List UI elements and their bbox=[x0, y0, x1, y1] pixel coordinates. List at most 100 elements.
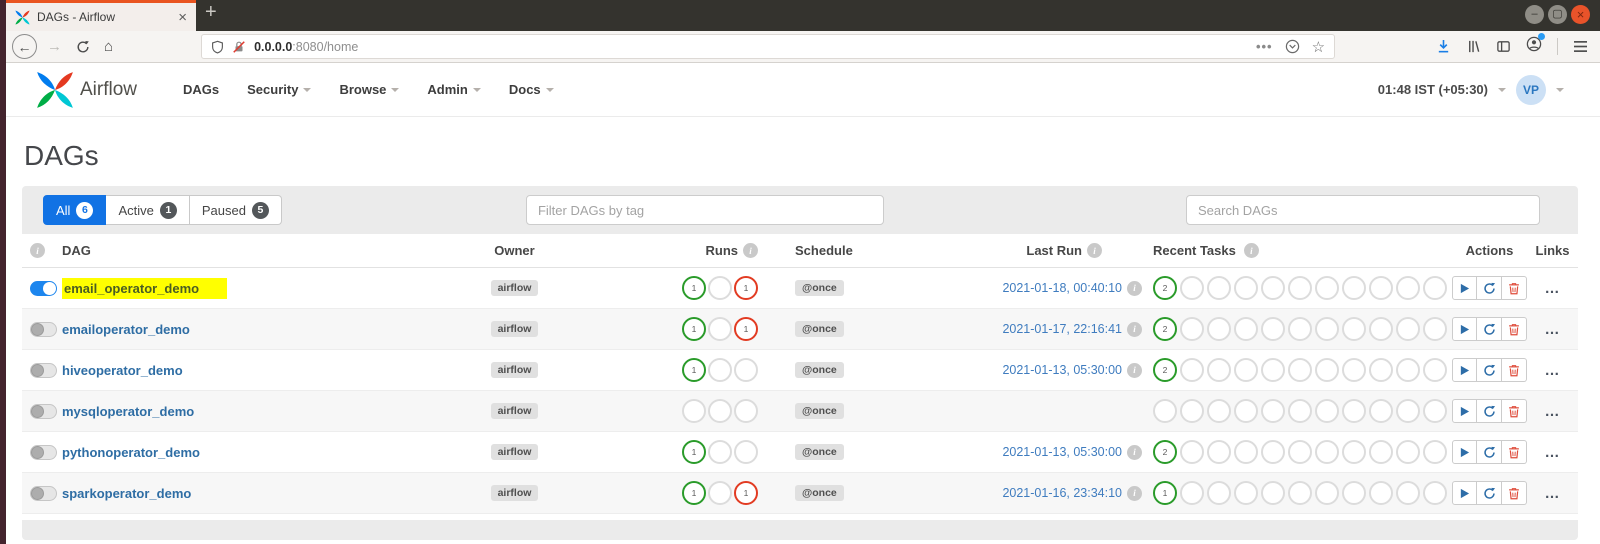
task-state-circle[interactable]: 2 bbox=[1153, 358, 1177, 382]
nav-docs[interactable]: Docs bbox=[509, 82, 554, 97]
task-state-circle[interactable] bbox=[734, 440, 758, 464]
home-button[interactable]: ⌂ bbox=[104, 39, 113, 54]
task-state-circle[interactable] bbox=[1288, 317, 1312, 341]
search-dags-input[interactable] bbox=[1186, 195, 1540, 225]
task-state-circle[interactable] bbox=[1369, 358, 1393, 382]
dag-links-menu[interactable]: … bbox=[1545, 404, 1561, 419]
task-state-circle[interactable] bbox=[1369, 440, 1393, 464]
task-state-circle[interactable]: 1 bbox=[682, 317, 706, 341]
dag-pause-toggle[interactable] bbox=[30, 280, 57, 296]
window-maximize-button[interactable]: ▢ bbox=[1548, 5, 1567, 24]
task-state-circle[interactable] bbox=[1396, 317, 1420, 341]
task-state-circle[interactable] bbox=[708, 399, 732, 423]
task-state-circle[interactable] bbox=[1234, 317, 1258, 341]
task-state-circle[interactable] bbox=[1342, 317, 1366, 341]
task-state-circle[interactable] bbox=[1369, 276, 1393, 300]
task-state-circle[interactable] bbox=[1423, 317, 1447, 341]
nav-security[interactable]: Security bbox=[247, 82, 312, 97]
trigger-dag-button[interactable] bbox=[1452, 440, 1477, 464]
task-state-circle[interactable] bbox=[734, 358, 758, 382]
forward-button[interactable]: → bbox=[47, 39, 62, 54]
task-state-circle[interactable]: 1 bbox=[734, 276, 758, 300]
task-state-circle[interactable] bbox=[1396, 399, 1420, 423]
delete-dag-button[interactable] bbox=[1502, 399, 1527, 423]
task-state-circle[interactable] bbox=[1207, 358, 1231, 382]
downloads-icon[interactable] bbox=[1436, 39, 1451, 54]
task-state-circle[interactable] bbox=[734, 399, 758, 423]
library-icon[interactable] bbox=[1466, 39, 1481, 54]
pocket-icon[interactable] bbox=[1285, 39, 1300, 54]
task-state-circle[interactable] bbox=[1315, 481, 1339, 505]
task-state-circle[interactable] bbox=[1396, 481, 1420, 505]
task-state-circle[interactable] bbox=[1261, 358, 1285, 382]
task-state-circle[interactable] bbox=[1234, 481, 1258, 505]
back-button[interactable]: ← bbox=[12, 34, 37, 59]
nav-browse[interactable]: Browse bbox=[339, 82, 400, 97]
task-state-circle[interactable] bbox=[1234, 358, 1258, 382]
task-state-circle[interactable]: 2 bbox=[1153, 440, 1177, 464]
task-state-circle[interactable] bbox=[1234, 276, 1258, 300]
task-state-circle[interactable] bbox=[1315, 440, 1339, 464]
task-state-circle[interactable] bbox=[1207, 276, 1231, 300]
task-state-circle[interactable] bbox=[708, 481, 732, 505]
task-state-circle[interactable] bbox=[1423, 276, 1447, 300]
task-state-circle[interactable] bbox=[1153, 399, 1177, 423]
task-state-circle[interactable] bbox=[1234, 440, 1258, 464]
sidebar-toggle-icon[interactable] bbox=[1496, 39, 1511, 54]
reload-button[interactable] bbox=[76, 40, 90, 54]
trigger-dag-button[interactable] bbox=[1452, 317, 1477, 341]
airflow-brand[interactable]: Airflow bbox=[36, 71, 137, 109]
task-state-circle[interactable] bbox=[1207, 317, 1231, 341]
task-state-circle[interactable] bbox=[1288, 440, 1312, 464]
task-state-circle[interactable] bbox=[1342, 481, 1366, 505]
task-state-circle[interactable] bbox=[1288, 399, 1312, 423]
task-state-circle[interactable] bbox=[1396, 358, 1420, 382]
dag-name-link[interactable]: hiveoperator_demo bbox=[62, 363, 183, 378]
dag-name-link[interactable]: pythonoperator_demo bbox=[62, 445, 200, 460]
task-state-circle[interactable] bbox=[1288, 276, 1312, 300]
dag-links-menu[interactable]: … bbox=[1545, 445, 1561, 460]
last-run-link[interactable]: 2021-01-18, 00:40:10 bbox=[1002, 281, 1122, 295]
url-bar[interactable]: 0.0.0.0:8080/home ••• ☆ bbox=[201, 34, 1336, 59]
trigger-dag-button[interactable] bbox=[1452, 358, 1477, 382]
delete-dag-button[interactable] bbox=[1502, 481, 1527, 505]
task-state-circle[interactable] bbox=[1288, 358, 1312, 382]
task-state-circle[interactable]: 1 bbox=[734, 317, 758, 341]
task-state-circle[interactable] bbox=[1369, 317, 1393, 341]
task-state-circle[interactable] bbox=[708, 317, 732, 341]
task-state-circle[interactable] bbox=[1207, 481, 1231, 505]
filter-tab-paused[interactable]: Paused 5 bbox=[189, 195, 282, 225]
task-state-circle[interactable] bbox=[1288, 481, 1312, 505]
last-run-link[interactable]: 2021-01-13, 05:30:00 bbox=[1002, 445, 1122, 459]
task-state-circle[interactable] bbox=[708, 276, 732, 300]
task-state-circle[interactable] bbox=[1180, 481, 1204, 505]
dag-name-link[interactable]: email_operator_demo bbox=[62, 277, 228, 299]
dag-links-menu[interactable]: … bbox=[1545, 281, 1561, 296]
refresh-dag-button[interactable] bbox=[1477, 317, 1502, 341]
delete-dag-button[interactable] bbox=[1502, 358, 1527, 382]
chevron-down-icon[interactable] bbox=[1498, 87, 1506, 92]
task-state-circle[interactable] bbox=[1180, 399, 1204, 423]
task-state-circle[interactable] bbox=[1315, 358, 1339, 382]
task-state-circle[interactable] bbox=[1180, 276, 1204, 300]
dag-pause-toggle[interactable] bbox=[30, 362, 57, 378]
new-tab-button[interactable]: + bbox=[205, 1, 217, 24]
task-state-circle[interactable] bbox=[1180, 440, 1204, 464]
task-state-circle[interactable] bbox=[708, 358, 732, 382]
task-state-circle[interactable] bbox=[1315, 399, 1339, 423]
tracking-shield-icon[interactable] bbox=[211, 40, 224, 54]
task-state-circle[interactable] bbox=[708, 440, 732, 464]
dag-pause-toggle[interactable] bbox=[30, 444, 57, 460]
trigger-dag-button[interactable] bbox=[1452, 276, 1477, 300]
task-state-circle[interactable] bbox=[1315, 317, 1339, 341]
task-state-circle[interactable] bbox=[1261, 276, 1285, 300]
filter-tab-active[interactable]: Active 1 bbox=[106, 195, 190, 225]
task-state-circle[interactable] bbox=[682, 399, 706, 423]
refresh-dag-button[interactable] bbox=[1477, 358, 1502, 382]
task-state-circle[interactable] bbox=[1180, 358, 1204, 382]
tag-filter-input[interactable] bbox=[525, 195, 884, 225]
task-state-circle[interactable] bbox=[1396, 276, 1420, 300]
task-state-circle[interactable]: 1 bbox=[682, 276, 706, 300]
task-state-circle[interactable] bbox=[1396, 440, 1420, 464]
insecure-lock-icon[interactable] bbox=[232, 40, 246, 54]
